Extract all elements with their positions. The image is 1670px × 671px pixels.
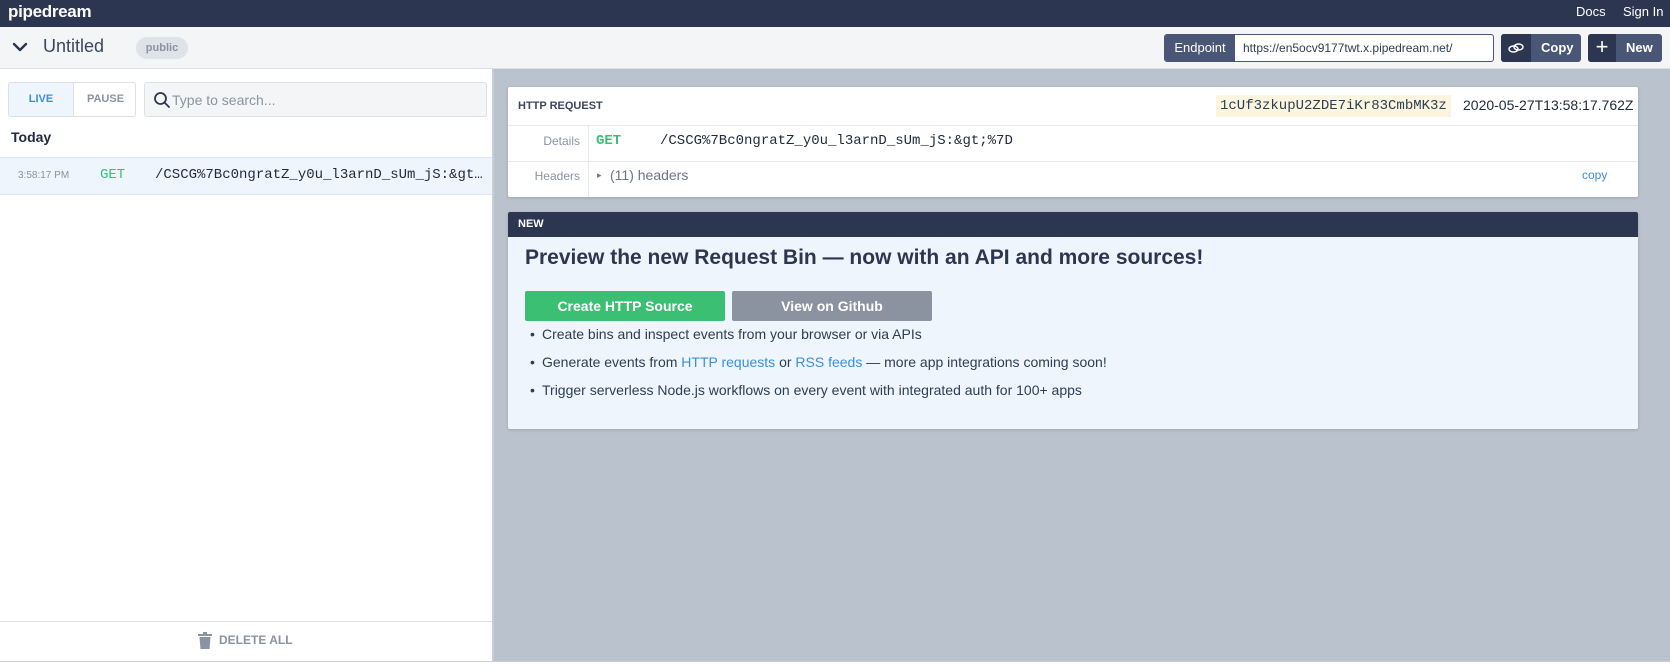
chevron-down-icon[interactable] [11,38,29,56]
promo-bullet: • Create bins and inspect events from you… [530,326,922,342]
event-list-panel: LIVE PAUSE Today 3:58:17 PM GET /CSCG%7B… [0,69,494,661]
copy-endpoint-button[interactable]: Copy [1501,34,1581,62]
create-http-source-button[interactable]: Create HTTP Source [525,291,725,321]
endpoint-url[interactable]: https://en5ocv9177twt.x.pipedream.net/ [1243,35,1452,61]
delete-all-label: DELETE ALL [219,633,293,647]
headers-label: Headers [534,169,580,183]
search-input[interactable] [172,83,482,116]
bullet-text: Generate events from [542,354,682,370]
http-requests-link[interactable]: HTTP requests [681,354,775,370]
promo-bullet: • Generate events from HTTP requests or R… [530,354,1107,370]
endpoint-label: Endpoint [1165,35,1235,61]
copy-label: Copy [1541,40,1574,55]
bullet-text: Create bins and inspect events from your… [542,326,922,342]
delete-all-button[interactable]: DELETE ALL [0,621,492,661]
bin-title[interactable]: Untitled [43,36,104,57]
triangle-right-icon[interactable]: ▸ [597,170,602,181]
http-request-card: HTTP REQUEST 1cUf3zkupU2ZDE7iKr83CmbMK3z… [508,87,1638,197]
bullet-text: or [775,354,796,370]
bin-header: Untitled public Endpoint https://en5ocv9… [0,27,1670,69]
live-pause-toggle: LIVE PAUSE [8,82,136,117]
event-path: /CSCG%7Bc0ngratZ_y0u_l3arnD_sUm_jS:&gt;%… [155,167,485,183]
view-on-github-button[interactable]: View on Github [732,291,932,321]
endpoint-field: Endpoint https://en5ocv9177twt.x.pipedre… [1164,34,1494,62]
promo-card: NEW Preview the new Request Bin — now wi… [508,212,1638,429]
search-icon [154,92,170,108]
promo-bullet: • Trigger serverless Node.js workflows on… [530,382,1082,398]
docs-link[interactable]: Docs [1576,4,1606,19]
request-method: GET [596,133,622,149]
top-nav-bar: pipedream Docs Sign In [0,0,1670,27]
visibility-badge[interactable]: public [136,37,188,59]
plus-icon: + [1588,34,1616,62]
bullet-text: Trigger serverless Node.js workflows on … [542,382,1082,398]
new-bin-button[interactable]: + New [1588,34,1662,62]
rss-feeds-link[interactable]: RSS feeds [795,354,862,370]
copy-headers-link[interactable]: copy [1582,168,1607,182]
details-label: Details [543,134,580,148]
new-label: New [1626,40,1653,55]
divider [508,161,1638,162]
sign-in-link[interactable]: Sign In [1623,4,1663,19]
promo-title: Preview the new Request Bin — now with a… [525,246,1204,269]
search-box [144,82,487,117]
trash-icon [198,632,212,649]
event-row[interactable]: 3:58:17 PM GET /CSCG%7Bc0ngratZ_y0u_l3ar… [0,157,492,195]
group-heading-today: Today [11,129,52,145]
divider [588,125,589,197]
bullet-text: — more app integrations coming soon! [862,354,1107,370]
request-detail-panel: HTTP REQUEST 1cUf3zkupU2ZDE7iKr83CmbMK3z… [494,69,1670,661]
bottom-strip [0,661,1670,671]
request-timestamp: 2020-05-27T13:58:17.762Z [1463,97,1634,113]
link-icon [1501,34,1531,62]
pipedream-logo[interactable]: pipedream [8,2,92,22]
headers-expand-toggle[interactable]: (11) headers [610,167,688,183]
pause-toggle[interactable]: PAUSE [73,83,135,116]
divider [508,125,1638,126]
request-id[interactable]: 1cUf3zkupU2ZDE7iKr83CmbMK3z [1216,95,1451,117]
request-card-title: HTTP REQUEST [518,100,603,112]
live-toggle[interactable]: LIVE [9,83,73,116]
new-tag: NEW [518,218,544,230]
request-path: /CSCG%7Bc0ngratZ_y0u_l3arnD_sUm_jS:&gt;%… [660,133,1013,149]
event-time: 3:58:17 PM [18,170,70,181]
event-method: GET [100,167,126,183]
promo-header: NEW [508,212,1638,237]
